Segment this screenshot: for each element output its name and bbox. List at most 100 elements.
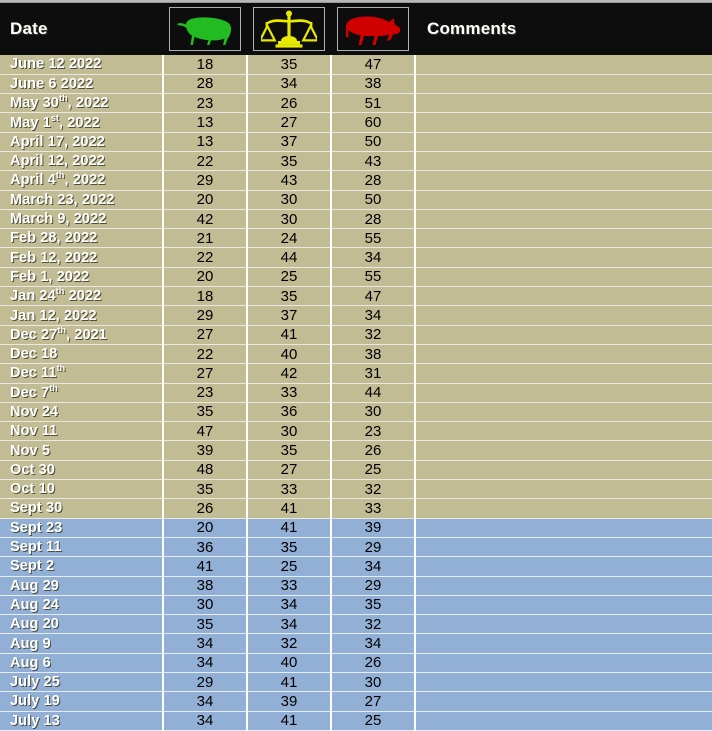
table-row[interactable]: May 1st, 2022 13 27 60 <box>0 112 712 133</box>
cell-comment[interactable] <box>414 421 712 442</box>
cell-comment[interactable] <box>414 363 712 384</box>
table-row[interactable]: Nov 24 35 36 30 <box>0 402 712 423</box>
table-row[interactable]: Feb 1, 2022 20 25 55 <box>0 267 712 288</box>
column-header-bullish[interactable] <box>163 3 247 55</box>
column-header-neutral[interactable] <box>247 3 331 55</box>
cell-date: Dec 7th <box>0 382 163 403</box>
table-row[interactable]: Aug 24 30 34 35 <box>0 595 712 616</box>
cell-comment[interactable] <box>414 247 712 268</box>
cell-comment[interactable] <box>414 132 712 152</box>
date-ordinal-suffix: th <box>49 382 58 393</box>
cell-comment[interactable] <box>414 305 712 326</box>
cell-bullish: 47 <box>162 421 248 442</box>
cell-comment[interactable] <box>414 190 712 210</box>
cell-neutral: 30 <box>246 190 332 210</box>
table-row[interactable]: Nov 5 39 35 26 <box>0 440 712 461</box>
cell-comment[interactable] <box>414 74 712 95</box>
table-row[interactable]: Dec 7th 23 33 44 <box>0 382 712 403</box>
cell-comment[interactable] <box>414 576 712 596</box>
cell-bearish: 26 <box>330 653 416 674</box>
table-row[interactable]: July 19 34 39 27 <box>0 691 712 712</box>
table-row[interactable]: April 17, 2022 13 37 50 <box>0 132 712 152</box>
table-row[interactable]: Sept 2 41 25 34 <box>0 556 712 577</box>
table-row[interactable]: Dec 18 22 40 38 <box>0 344 712 365</box>
cell-comment[interactable] <box>414 672 712 693</box>
table-row[interactable]: Aug 29 38 33 29 <box>0 576 712 596</box>
cell-comment[interactable] <box>414 286 712 307</box>
cell-comment[interactable] <box>414 112 712 133</box>
table-row[interactable]: April 12, 2022 22 35 43 <box>0 151 712 172</box>
cell-comment[interactable] <box>414 170 712 191</box>
table-row[interactable]: July 25 29 41 30 <box>0 672 712 693</box>
table-row[interactable]: Sept 11 36 35 29 <box>0 537 712 558</box>
table-row[interactable]: Jan 12, 2022 29 37 34 <box>0 305 712 326</box>
cell-neutral: 41 <box>246 518 332 538</box>
cell-comment[interactable] <box>414 653 712 674</box>
table-row[interactable]: Feb 12, 2022 22 44 34 <box>0 247 712 268</box>
cell-bearish: 55 <box>330 228 416 249</box>
cell-bullish: 36 <box>162 537 248 558</box>
table-row[interactable]: July 13 34 41 25 <box>0 711 712 731</box>
cell-comment[interactable] <box>414 518 712 538</box>
cell-date: April 4th, 2022 <box>0 170 163 191</box>
column-header-bearish[interactable] <box>331 3 415 55</box>
table-row[interactable]: March 9, 2022 42 30 28 <box>0 209 712 230</box>
table-row[interactable]: Aug 9 34 32 34 <box>0 633 712 654</box>
cell-neutral: 33 <box>246 576 332 596</box>
cell-comment[interactable] <box>414 344 712 365</box>
cell-neutral: 27 <box>246 112 332 133</box>
cell-comment[interactable] <box>414 556 712 577</box>
cell-comment[interactable] <box>414 691 712 712</box>
table-row[interactable]: Aug 20 35 34 32 <box>0 614 712 635</box>
table-row[interactable]: Jan 24th 2022 18 35 47 <box>0 286 712 307</box>
table-row[interactable]: Sept 30 26 41 33 <box>0 498 712 519</box>
cell-comment[interactable] <box>414 537 712 558</box>
cell-comment[interactable] <box>414 479 712 500</box>
cell-bearish: 33 <box>330 498 416 519</box>
column-header-comments[interactable]: Comments <box>415 3 712 55</box>
cell-comment[interactable] <box>414 614 712 635</box>
cell-comment[interactable] <box>414 498 712 519</box>
table-row[interactable]: June 12 2022 18 35 47 <box>0 55 712 75</box>
cell-bearish: 32 <box>330 614 416 635</box>
table-row[interactable]: Aug 6 34 40 26 <box>0 653 712 674</box>
table-row[interactable]: March 23, 2022 20 30 50 <box>0 190 712 210</box>
cell-comment[interactable] <box>414 460 712 481</box>
cell-comment[interactable] <box>414 209 712 230</box>
column-header-date[interactable]: Date <box>0 3 163 55</box>
cell-comment[interactable] <box>414 595 712 616</box>
table-row[interactable]: Oct 30 48 27 25 <box>0 460 712 481</box>
cell-comment[interactable] <box>414 93 712 114</box>
cell-comment[interactable] <box>414 383 712 403</box>
cell-neutral: 26 <box>246 93 332 114</box>
cell-bullish: 28 <box>162 74 248 95</box>
cell-comment[interactable] <box>414 440 712 461</box>
table-row[interactable]: Feb 28, 2022 21 24 55 <box>0 228 712 249</box>
cell-neutral: 34 <box>246 614 332 635</box>
table-body: June 12 2022 18 35 47 June 6 2022 28 34 38 May 3… <box>0 55 712 731</box>
cell-comment[interactable] <box>414 228 712 249</box>
cell-date: July 13 <box>0 711 163 731</box>
cell-comment[interactable] <box>414 55 712 75</box>
cell-comment[interactable] <box>414 325 712 345</box>
cell-date: Sept 11 <box>0 537 163 558</box>
cell-bullish: 13 <box>162 132 248 152</box>
cell-comment[interactable] <box>414 711 712 731</box>
cell-comment[interactable] <box>414 151 712 172</box>
table-row[interactable]: June 6 2022 28 34 38 <box>0 74 712 95</box>
table-row[interactable]: May 30th, 2022 23 26 51 <box>0 93 712 114</box>
table-row[interactable]: Dec 27th, 2021 27 41 32 <box>0 325 712 345</box>
cell-date: March 23, 2022 <box>0 190 163 210</box>
table-row[interactable]: Dec 11th 27 42 31 <box>0 363 712 384</box>
table-row[interactable]: Sept 23 20 41 39 <box>0 518 712 538</box>
cell-bearish: 25 <box>330 711 416 731</box>
cell-comment[interactable] <box>414 633 712 654</box>
cell-bullish: 18 <box>162 55 248 75</box>
cell-comment[interactable] <box>414 402 712 423</box>
cell-comment[interactable] <box>414 267 712 288</box>
cell-neutral: 44 <box>246 247 332 268</box>
cell-neutral: 41 <box>246 498 332 519</box>
table-row[interactable]: Oct 10 35 33 32 <box>0 479 712 500</box>
table-row[interactable]: Nov 11 47 30 23 <box>0 421 712 442</box>
table-row[interactable]: April 4th, 2022 29 43 28 <box>0 170 712 191</box>
